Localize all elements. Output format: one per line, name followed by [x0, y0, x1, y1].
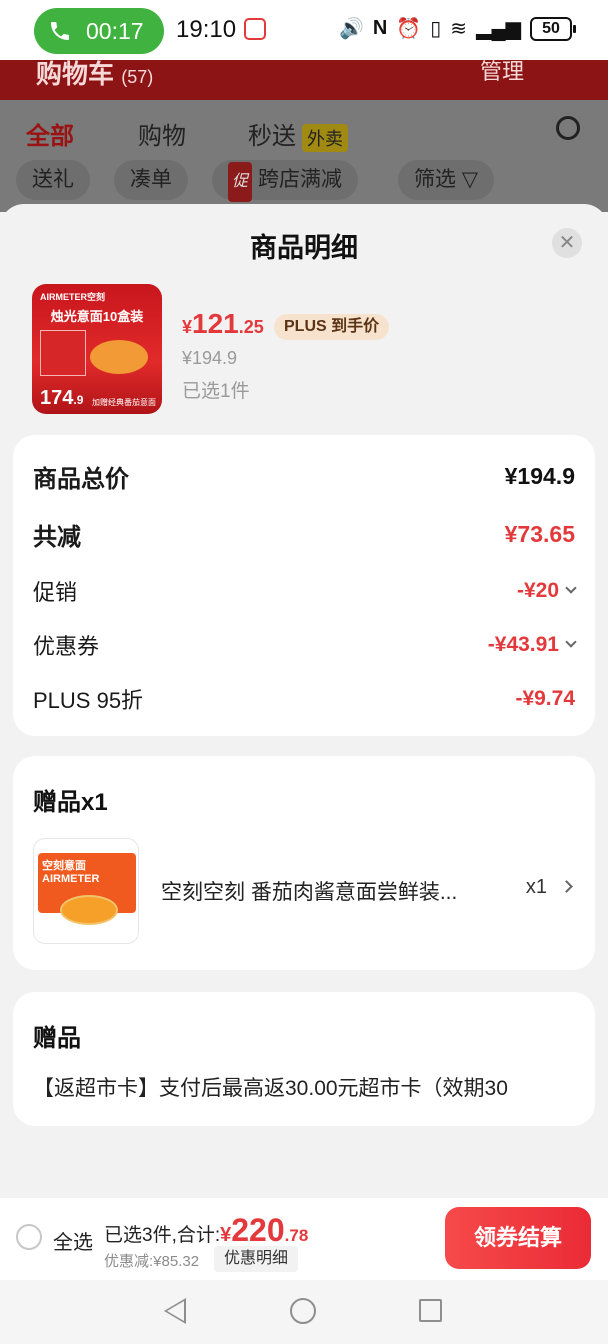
- total-summary: 已选3件,合计:¥220.78: [104, 1212, 309, 1248]
- system-status-icons: 🔊 N ⏰ ▯ ≋ ▂▄▆ 50: [339, 16, 576, 41]
- current-price: ¥121.25: [182, 308, 264, 339]
- chip-filter[interactable]: 筛选 ▽: [398, 160, 494, 200]
- ongoing-call-pill[interactable]: 00:17: [34, 8, 164, 54]
- home-circle-icon[interactable]: [290, 1298, 316, 1324]
- alarm-icon: ⏰: [396, 18, 422, 40]
- app-notification-icon: [244, 18, 266, 40]
- checkout-bar: 全选 已选3件,合计:¥220.78 优惠减:¥85.32 优惠明细 领券结算: [0, 1198, 608, 1280]
- gift-title: 赠品x1: [33, 789, 108, 816]
- thumb-brand: AIRMETER空刻: [40, 292, 105, 302]
- cart-title: 购物车 (57): [36, 60, 154, 89]
- chevron-right-icon[interactable]: [560, 880, 573, 893]
- promo-mark: 促: [228, 162, 253, 202]
- plus-discount-value: -¥9.74: [515, 687, 575, 710]
- total-row: 商品总价 ¥194.9: [33, 459, 575, 494]
- thumb-plate-graphic: [90, 340, 148, 374]
- gift-image[interactable]: 空刻意面 AIRMETER: [33, 838, 139, 944]
- original-price: ¥194.9: [182, 348, 238, 368]
- volume-icon: 🔊: [339, 18, 364, 40]
- clock: 19:10: [176, 16, 237, 43]
- vibrate-icon: ▯: [430, 18, 442, 40]
- coupon-value: -¥43.91: [488, 633, 577, 657]
- call-timer: 00:17: [86, 17, 144, 44]
- discount-detail-button[interactable]: 优惠明细: [214, 1246, 299, 1272]
- coupon-label: 优惠券: [33, 634, 100, 659]
- recent-square-icon[interactable]: [419, 1299, 442, 1322]
- tab-instant-delivery[interactable]: 秒送 外卖: [248, 116, 348, 152]
- product-detail-sheet: 商品明细 ✕ AIRMETER空刻 烛光意面10盒装 174.9 加赠经典番茄意…: [0, 204, 608, 1344]
- chevron-down-icon: [565, 636, 577, 648]
- reduce-value: ¥73.65: [504, 521, 575, 547]
- battery-icon: 50: [530, 16, 576, 41]
- product-image[interactable]: AIRMETER空刻 烛光意面10盒装 174.9 加赠经典番茄意面: [32, 284, 162, 414]
- total-label: 商品总价: [33, 466, 129, 493]
- nfc-icon: N: [372, 17, 388, 39]
- back-triangle-icon[interactable]: [164, 1298, 186, 1324]
- select-all-radio[interactable]: [16, 1224, 42, 1250]
- chip-cross-store[interactable]: 促跨店满减: [212, 160, 359, 202]
- phone-icon: [51, 22, 69, 40]
- selected-count: 已选1件: [182, 381, 250, 402]
- gift-pack-label: 空刻意面 AIRMETER: [42, 860, 100, 885]
- chip-add-on[interactable]: 凑单: [114, 160, 188, 200]
- checkout-button[interactable]: 领券结算: [445, 1207, 591, 1269]
- close-icon[interactable]: ✕: [552, 228, 582, 258]
- tab-shopping[interactable]: 购物: [138, 116, 186, 151]
- cart-header: 购物车 (57) 管理: [0, 60, 608, 100]
- promo-row[interactable]: 促销 -¥20: [33, 575, 577, 607]
- chevron-down-icon: [565, 582, 577, 594]
- plus-price-badge: PLUS 到手价: [274, 314, 390, 340]
- coupon-row[interactable]: 优惠券 -¥43.91: [33, 629, 577, 661]
- plus-discount-label: PLUS 95折: [33, 688, 144, 713]
- thumb-price: 174.9: [40, 387, 84, 409]
- gift-item-name[interactable]: 空刻空刻 番茄肉酱意面尝鲜装...: [161, 876, 491, 906]
- reduce-label: 共减: [33, 524, 81, 551]
- thumb-box-graphic: [40, 330, 86, 376]
- status-bar: 00:17 19:10 🔊 N ⏰ ▯ ≋ ▂▄▆ 50: [0, 0, 608, 60]
- reduce-row: 共减 ¥73.65: [33, 517, 575, 552]
- system-nav-bar: [0, 1280, 608, 1344]
- cart-page-background: 购物车 (57) 管理 全部 购物 秒送 外卖 送礼 凑单 促跨店满减 筛选 ▽: [0, 60, 608, 212]
- thumb-title: 烛光意面10盒装: [50, 309, 144, 324]
- thumb-tag: 加赠经典番茄意面: [92, 398, 156, 407]
- gift-dish-graphic: [60, 895, 118, 925]
- sheet-title: 商品明细: [250, 233, 358, 263]
- waimai-badge: 外卖: [302, 123, 348, 152]
- discount-amount: 优惠减:¥85.32: [104, 1253, 200, 1270]
- signal-icon: ▂▄▆: [476, 18, 521, 40]
- cart-tabs: 全部 购物 秒送 外卖: [0, 100, 608, 160]
- manage-link[interactable]: 管理: [480, 60, 524, 86]
- gift-rebate-text: 【返超市卡】支付后最高返30.00元超市卡（效期30: [33, 1077, 508, 1100]
- promo-value: -¥20: [517, 579, 577, 603]
- gift-quantity: x1: [525, 876, 547, 898]
- gift-card: 赠品x1 空刻意面 AIRMETER 空刻空刻 番茄肉酱意面尝鲜装... x1: [13, 756, 595, 970]
- wifi-icon: ≋: [450, 18, 468, 40]
- price-summary-card: 商品总价 ¥194.9 共减 ¥73.65 促销 -¥20 优惠券 -¥43.9…: [13, 435, 595, 736]
- total-value: ¥194.9: [504, 463, 575, 489]
- gift-rebate-title: 赠品: [33, 1025, 81, 1052]
- plus-discount-row: PLUS 95折 -¥9.74: [33, 683, 575, 715]
- gift-rebate-card: 赠品 【返超市卡】支付后最高返30.00元超市卡（效期30: [13, 992, 595, 1126]
- tab-all[interactable]: 全部: [26, 116, 74, 151]
- search-icon[interactable]: [556, 116, 580, 140]
- chip-gift[interactable]: 送礼: [16, 160, 90, 200]
- select-all-label[interactable]: 全选: [53, 1226, 93, 1255]
- promo-label: 促销: [33, 580, 78, 605]
